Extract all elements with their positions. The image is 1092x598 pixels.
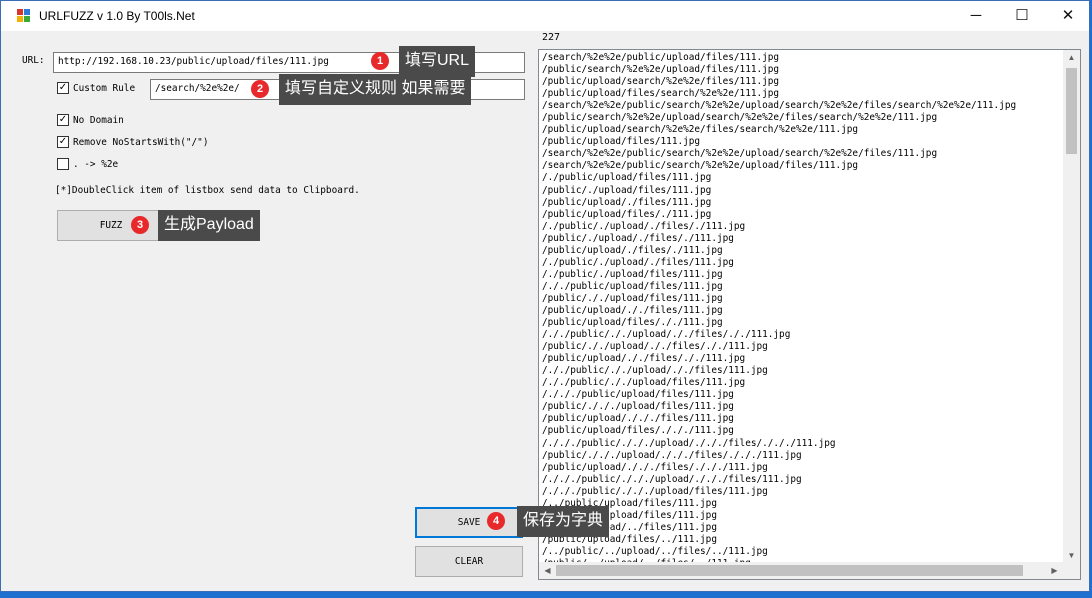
callout-badge-1: 1 xyxy=(371,52,389,70)
callout-badge-2: 2 xyxy=(251,80,269,98)
clipboard-hint: [*]DoubleClick item of listbox send data… xyxy=(55,185,360,196)
list-item[interactable]: /public/./././upload/./././files/./././1… xyxy=(542,450,1064,462)
list-item[interactable]: /public/../upload/files/111.jpg xyxy=(542,510,1064,522)
list-item[interactable]: /././public/././upload/././files/././111… xyxy=(542,329,1064,341)
list-item[interactable]: /public/upload/././files/././111.jpg xyxy=(542,353,1064,365)
list-item[interactable]: /search/%2e%2e/public/search/%2e%2e/uplo… xyxy=(542,160,1064,172)
custom-rule-label: Custom Rule xyxy=(73,83,136,94)
app-window: URLFUZZ v 1.0 By T00ls.Net ─ ☐ ✕ URL: ht… xyxy=(0,0,1090,592)
list-item[interactable]: /././public/upload/files/111.jpg xyxy=(542,281,1064,293)
callout-tip-1: 填写URL xyxy=(399,46,476,77)
maximize-button[interactable]: ☐ xyxy=(999,1,1045,31)
list-item[interactable]: /public/upload/files/search/%2e%2e/111.j… xyxy=(542,88,1064,100)
app-icon xyxy=(17,9,31,23)
list-item[interactable]: /public/upload/./files/./111.jpg xyxy=(542,245,1064,257)
dot-encode-checkbox[interactable] xyxy=(57,158,69,170)
list-item[interactable]: /public/upload/files/../111.jpg xyxy=(542,534,1064,546)
list-item[interactable]: /././public/././upload/././files/111.jpg xyxy=(542,365,1064,377)
horizontal-scrollbar[interactable]: ◀ ▶ xyxy=(539,562,1080,579)
list-item[interactable]: /public/upload/search/%2e%2e/files/111.j… xyxy=(542,76,1064,88)
clear-button[interactable]: CLEAR xyxy=(415,546,523,577)
list-item[interactable]: /public/search/%2e%2e/upload/search/%2e%… xyxy=(542,112,1064,124)
list-item[interactable]: /public/upload/files/111.jpg xyxy=(542,136,1064,148)
list-item[interactable]: /public/upload/../files/111.jpg xyxy=(542,522,1064,534)
list-item[interactable]: /public/upload/./files/111.jpg xyxy=(542,197,1064,209)
callout-badge-3: 3 xyxy=(131,216,149,234)
list-item[interactable]: /./././public/./././upload/./././files/1… xyxy=(542,474,1064,486)
list-item[interactable]: /././public/././upload/files/111.jpg xyxy=(542,377,1064,389)
scroll-left-icon[interactable]: ◀ xyxy=(539,566,556,575)
url-label: URL: xyxy=(22,55,45,66)
custom-rule-checkbox[interactable]: ✓ xyxy=(57,82,69,94)
callout-tip-3: 生成Payload xyxy=(158,210,260,241)
list-item[interactable]: /public/upload/search/%2e%2e/files/searc… xyxy=(542,124,1064,136)
vertical-scrollbar[interactable]: ▲ ▼ xyxy=(1063,50,1080,563)
no-domain-label: No Domain xyxy=(73,115,124,126)
list-item[interactable]: /./public/./upload/./files/111.jpg xyxy=(542,257,1064,269)
remove-nostartswith-checkbox[interactable]: ✓ xyxy=(57,136,69,148)
callout-tip-4: 保存为字典 xyxy=(517,506,610,537)
list-item[interactable]: /public/upload/././files/111.jpg xyxy=(542,305,1064,317)
result-count: 227 xyxy=(542,32,561,43)
list-item[interactable]: /public/upload/files/././111.jpg xyxy=(542,317,1064,329)
list-item[interactable]: /public/upload/./././files/./././111.jpg xyxy=(542,462,1064,474)
scroll-right-icon[interactable]: ▶ xyxy=(1046,566,1063,575)
save-button[interactable]: SAVE xyxy=(415,507,523,538)
minimize-button[interactable]: ─ xyxy=(953,1,999,31)
callout-badge-4: 4 xyxy=(487,512,505,530)
horizontal-scroll-thumb[interactable] xyxy=(556,565,1023,576)
remove-nostartswith-label: Remove NoStartsWith("/") xyxy=(73,137,209,148)
list-item[interactable]: /./public/./upload/files/111.jpg xyxy=(542,269,1064,281)
list-item[interactable]: /public/./upload/files/111.jpg xyxy=(542,185,1064,197)
list-item[interactable]: /./././public/./././upload/./././files/.… xyxy=(542,438,1064,450)
window-title: URLFUZZ v 1.0 By T00ls.Net xyxy=(39,9,195,23)
list-item[interactable]: /./././public/./././upload/files/111.jpg xyxy=(542,486,1064,498)
list-item[interactable]: /public/././upload/././files/././111.jpg xyxy=(542,341,1064,353)
list-item[interactable]: /../public/upload/files/111.jpg xyxy=(542,498,1064,510)
title-bar[interactable]: URLFUZZ v 1.0 By T00ls.Net ─ ☐ ✕ xyxy=(1,1,1089,31)
callout-tip-2: 填写自定义规则 如果需要 xyxy=(279,74,472,105)
list-item[interactable]: /public/./././upload/files/111.jpg xyxy=(542,401,1064,413)
list-item[interactable]: /public/././upload/files/111.jpg xyxy=(542,293,1064,305)
dot-encode-label: . -> %2e xyxy=(73,159,119,170)
list-item[interactable]: /public/search/%2e%2e/upload/files/111.j… xyxy=(542,64,1064,76)
scroll-down-icon[interactable]: ▼ xyxy=(1063,551,1080,560)
close-button[interactable]: ✕ xyxy=(1045,1,1091,31)
list-item[interactable]: /public/upload/./././files/111.jpg xyxy=(542,413,1064,425)
list-item[interactable]: /./././public/upload/files/111.jpg xyxy=(542,389,1064,401)
list-item[interactable]: /search/%2e%2e/public/search/%2e%2e/uplo… xyxy=(542,148,1064,160)
list-item[interactable]: /search/%2e%2e/public/upload/files/111.j… xyxy=(542,52,1064,64)
list-item[interactable]: /public/./upload/./files/./111.jpg xyxy=(542,233,1064,245)
list-item[interactable]: /search/%2e%2e/public/search/%2e%2e/uplo… xyxy=(542,100,1064,112)
list-item[interactable]: /./public/./upload/./files/./111.jpg xyxy=(542,221,1064,233)
no-domain-checkbox[interactable]: ✓ xyxy=(57,114,69,126)
list-item[interactable]: /../public/../upload/../files/../111.jpg xyxy=(542,546,1064,558)
list-item[interactable]: /public/upload/files/./././111.jpg xyxy=(542,425,1064,437)
vertical-scroll-thumb[interactable] xyxy=(1066,68,1077,154)
results-listbox[interactable]: /search/%2e%2e/public/upload/files/111.j… xyxy=(538,49,1081,580)
list-item[interactable]: /public/upload/files/./111.jpg xyxy=(542,209,1064,221)
list-item[interactable]: /./public/upload/files/111.jpg xyxy=(542,172,1064,184)
results-list[interactable]: /search/%2e%2e/public/upload/files/111.j… xyxy=(542,52,1064,570)
scroll-up-icon[interactable]: ▲ xyxy=(1063,53,1080,62)
